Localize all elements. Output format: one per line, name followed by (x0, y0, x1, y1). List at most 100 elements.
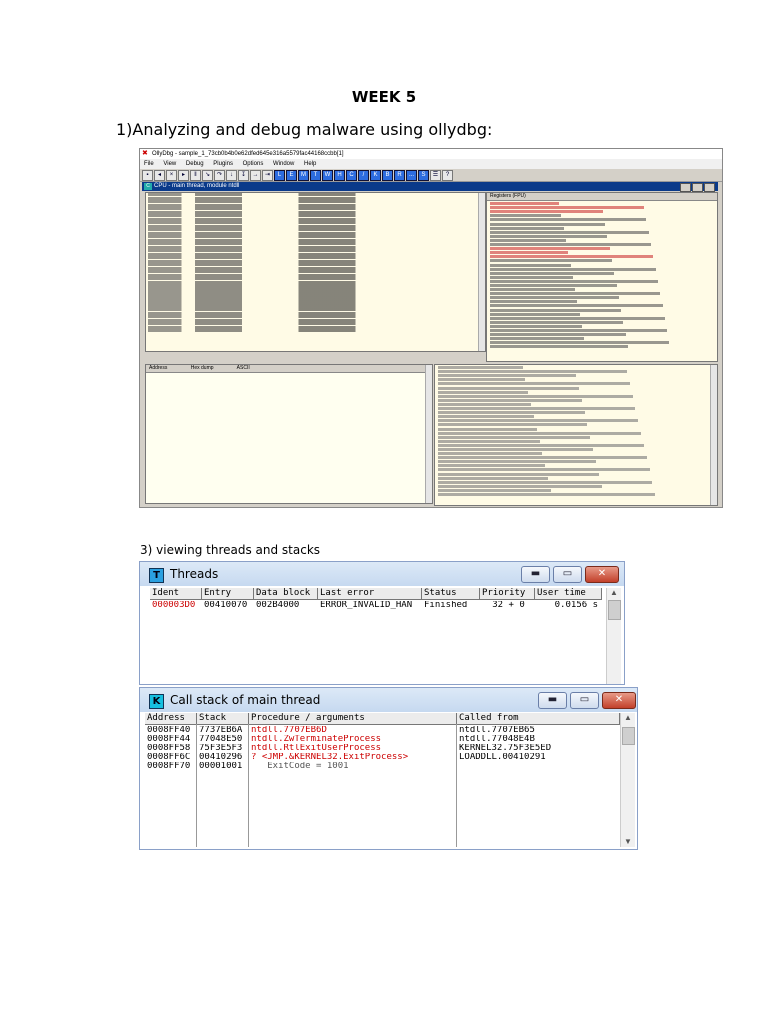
toolbar-btn-c[interactable]: C (346, 169, 357, 181)
col-stack[interactable]: Stack (197, 713, 249, 724)
col-entry[interactable]: Entry (202, 588, 254, 599)
close-button[interactable]: ✕ (585, 566, 619, 583)
col-last-error[interactable]: Last error (318, 588, 422, 599)
thread-priority: 32 + 0 (492, 601, 525, 610)
help-icon[interactable]: ? (442, 169, 453, 181)
pause-icon[interactable]: ‖ (190, 169, 201, 181)
code-line (438, 493, 656, 496)
maximize-button[interactable]: ▭ (553, 566, 582, 583)
callstack-icon: K (149, 694, 164, 709)
table-row[interactable]: 0008FF70 00001001 ExitCode = 1001 (145, 762, 620, 771)
toolbar-btn-s[interactable]: S (418, 169, 429, 181)
menu-help[interactable]: Help (304, 161, 316, 167)
code-line (438, 431, 642, 435)
toolbar-btn-k[interactable]: K (370, 169, 381, 181)
ollydbg-window-title: OllyDbg - sample_1_73cb0b4b0e62dfed645e3… (152, 151, 344, 157)
goto-icon[interactable]: ⇥ (262, 169, 273, 181)
toolbar-btn-w[interactable]: W (322, 169, 333, 181)
toolbar-btn-h[interactable]: H (334, 169, 345, 181)
col-status[interactable]: Status (422, 588, 480, 599)
table-row[interactable]: 0008FF40 7737EB6A ntdll.7707EB6D ntdll.7… (145, 726, 620, 735)
code-line (438, 456, 647, 460)
registers-pane[interactable]: Registers (FPU) (486, 192, 718, 362)
table-row[interactable]: 0008FF58 75F3E5F3 ntdll.RtlExitUserProce… (145, 744, 620, 753)
minimize-icon[interactable] (680, 183, 691, 192)
registers-lines (487, 202, 717, 349)
table-row[interactable]: 0008FF44 77048E50 ntdll.ZwTerminateProce… (145, 735, 620, 744)
disassembly-scrollbar[interactable] (478, 193, 485, 351)
menu-view[interactable]: View (163, 161, 176, 167)
threads-header-row: Ident Entry Data block Last error Status… (150, 588, 602, 600)
animate-into-icon[interactable]: ↓ (226, 169, 237, 181)
callstack-scrollbar[interactable]: ▲ ▼ (620, 713, 635, 847)
scroll-thumb[interactable] (622, 727, 635, 745)
threads-scrollbar[interactable]: ▲ (606, 588, 621, 684)
toolbar-btn-slash[interactable]: / (358, 169, 369, 181)
code-line (148, 329, 483, 333)
code-line (490, 304, 663, 308)
close-icon[interactable] (704, 183, 715, 192)
toolbar-btn-r[interactable]: R (394, 169, 405, 181)
execute-till-return-icon[interactable]: → (250, 169, 261, 181)
rewind-icon[interactable]: ◂ (154, 169, 165, 181)
cs-address: 0008FF58 (147, 744, 191, 753)
col-called-from[interactable]: Called from (457, 713, 620, 724)
col-ident[interactable]: Ident (150, 588, 202, 599)
menu-plugins[interactable]: Plugins (213, 161, 233, 167)
stack-scrollbar[interactable] (710, 365, 717, 505)
maximize-button[interactable]: ▭ (570, 692, 599, 709)
cs-address: 0008FF44 (147, 735, 191, 744)
run-icon[interactable]: ▸ (178, 169, 189, 181)
table-row[interactable]: 0008FF6C 00410296 ? <JMP.&KERNEL32.ExitP… (145, 753, 620, 762)
code-line (490, 267, 656, 271)
menu-options[interactable]: Options (243, 161, 264, 167)
ollydbg-bug-icon: ✖ (142, 150, 148, 157)
callstack-header-row: Address Stack Procedure / arguments Call… (145, 713, 620, 725)
minimize-button[interactable]: ▬ (521, 566, 550, 583)
scroll-thumb[interactable] (608, 600, 621, 620)
animate-over-icon[interactable]: ↧ (238, 169, 249, 181)
cs-procedure: ntdll.RtlExitUserProcess (251, 744, 382, 753)
close-icon[interactable]: × (166, 169, 177, 181)
step-into-icon[interactable]: ↘ (202, 169, 213, 181)
toolbar-btn-t[interactable]: T (310, 169, 321, 181)
col-data-block[interactable]: Data block (254, 588, 318, 599)
stack-pane[interactable] (434, 364, 718, 506)
threads-icon: T (149, 568, 164, 583)
scroll-up-icon[interactable]: ▲ (607, 588, 621, 598)
scroll-down-icon[interactable]: ▼ (621, 837, 635, 847)
hex-dump-pane[interactable]: Address Hex dump ASCII (145, 364, 433, 504)
disassembly-pane[interactable] (145, 192, 486, 352)
list-icon[interactable]: ☰ (430, 169, 441, 181)
open-icon[interactable]: ▪ (142, 169, 153, 181)
code-line (490, 275, 573, 279)
toolbar-btn-e[interactable]: E (286, 169, 297, 181)
thread-ident: 000003D0 (152, 601, 196, 610)
col-address[interactable]: Address (145, 713, 197, 724)
code-line (438, 411, 585, 415)
col-priority[interactable]: Priority (480, 588, 535, 599)
maximize-icon[interactable] (692, 183, 703, 192)
toolbar-btn-b[interactable]: B (382, 169, 393, 181)
code-line (438, 402, 532, 406)
menu-file[interactable]: File (144, 161, 154, 167)
dump-scrollbar[interactable] (425, 365, 432, 503)
toolbar-btn-m[interactable]: M (298, 169, 309, 181)
menu-window[interactable]: Window (273, 161, 294, 167)
code-line (438, 419, 639, 423)
code-line (490, 320, 624, 324)
col-procedure[interactable]: Procedure / arguments (249, 713, 457, 724)
toolbar-btn-dots[interactable]: ... (406, 169, 417, 181)
menu-debug[interactable]: Debug (186, 161, 204, 167)
thread-status: Finished (424, 601, 468, 610)
step-over-icon[interactable]: ↷ (214, 169, 225, 181)
col-user-time[interactable]: User time (535, 588, 602, 599)
ollydbg-titlebar: ✖ OllyDbg - sample_1_73cb0b4b0e62dfed645… (140, 149, 722, 159)
code-line (438, 468, 650, 472)
code-line (490, 214, 562, 218)
toolbar-btn-l[interactable]: L (274, 169, 285, 181)
table-row[interactable]: 000003D0 00410070 002B4000 ERROR_INVALID… (150, 601, 602, 610)
scroll-up-icon[interactable]: ▲ (621, 713, 635, 723)
close-button[interactable]: ✕ (602, 692, 636, 709)
minimize-button[interactable]: ▬ (538, 692, 567, 709)
